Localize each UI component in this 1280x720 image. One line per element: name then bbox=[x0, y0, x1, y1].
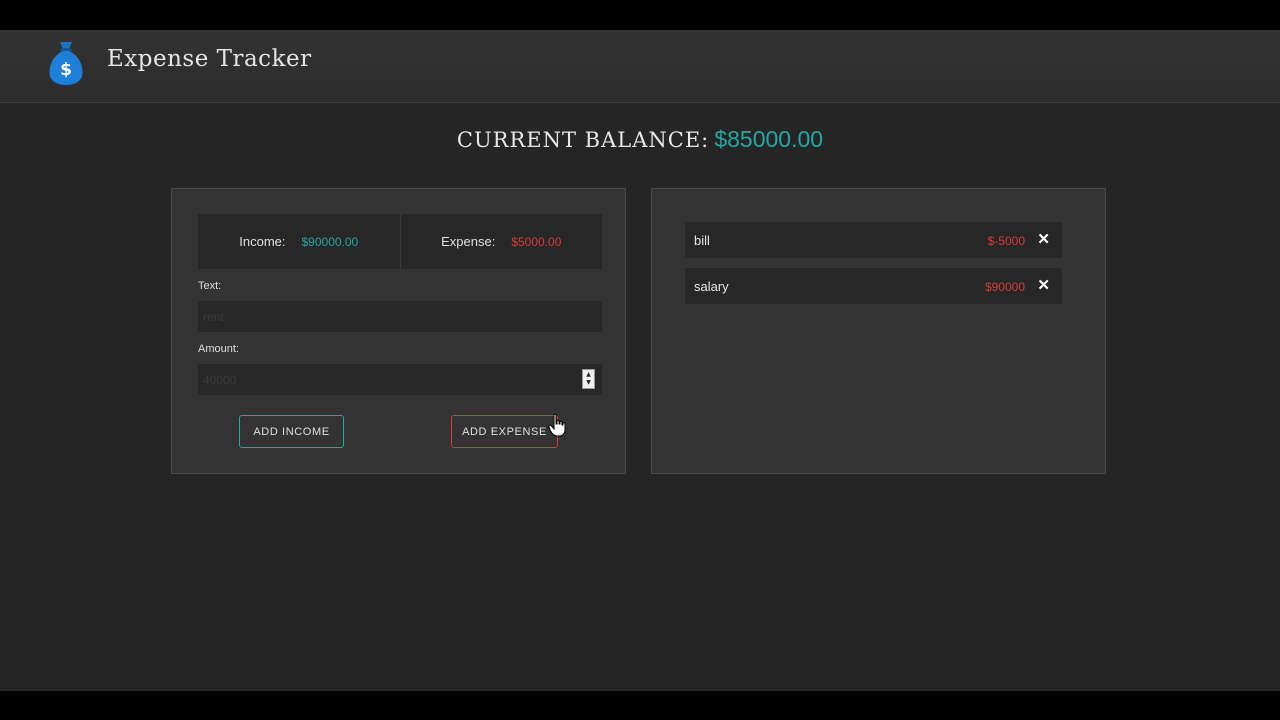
transaction-amount: $90000 bbox=[984, 280, 1025, 294]
transaction-text: salary bbox=[694, 279, 729, 294]
transaction-amount: $-5000 bbox=[987, 234, 1025, 248]
transaction-text: bill bbox=[694, 233, 710, 248]
spinner-up-icon[interactable]: ▲ bbox=[586, 371, 591, 379]
amount-field-label: Amount: bbox=[198, 343, 239, 355]
transaction-item: bill $-5000 ✕ bbox=[685, 222, 1062, 258]
hand-cursor-icon bbox=[548, 413, 566, 437]
transaction-list: bill $-5000 ✕ salary $90000 ✕ bbox=[685, 222, 1062, 314]
spinner-down-icon[interactable]: ▼ bbox=[586, 379, 591, 387]
money-bag-icon: $ bbox=[49, 42, 83, 85]
expense-label: Expense: bbox=[441, 234, 496, 249]
current-balance: CURRENT BALANCE: $85000.00 bbox=[0, 126, 1280, 153]
income-label: Income: bbox=[239, 234, 286, 249]
expense-summary: Expense: $5000.00 bbox=[399, 214, 603, 269]
svg-text:$: $ bbox=[60, 60, 72, 80]
text-field-label: Text: bbox=[198, 280, 222, 292]
income-value: $90000.00 bbox=[301, 234, 359, 249]
app-title: Expense Tracker bbox=[107, 46, 312, 72]
expense-value: $5000.00 bbox=[511, 234, 562, 249]
amount-input[interactable] bbox=[198, 364, 602, 395]
balance-value: $85000.00 bbox=[714, 126, 824, 152]
income-summary: Income: $90000.00 bbox=[198, 214, 400, 269]
transaction-history-panel: bill $-5000 ✕ salary $90000 ✕ bbox=[651, 188, 1106, 474]
income-expense-summary: Income: $90000.00 Expense: $5000.00 bbox=[198, 214, 602, 269]
header: $ Expense Tracker bbox=[0, 30, 1280, 103]
close-icon[interactable]: ✕ bbox=[1037, 230, 1050, 248]
app-window: $ Expense Tracker CURRENT BALANCE: $8500… bbox=[0, 30, 1280, 691]
text-input[interactable] bbox=[198, 301, 602, 332]
transaction-item: salary $90000 ✕ bbox=[685, 268, 1062, 304]
balance-label: CURRENT BALANCE: bbox=[456, 128, 710, 152]
add-income-button[interactable]: ADD INCOME bbox=[239, 415, 344, 448]
amount-spinner[interactable]: ▲ ▼ bbox=[582, 369, 595, 389]
close-icon[interactable]: ✕ bbox=[1037, 276, 1050, 294]
add-expense-button[interactable]: ADD EXPENSE bbox=[451, 415, 558, 448]
